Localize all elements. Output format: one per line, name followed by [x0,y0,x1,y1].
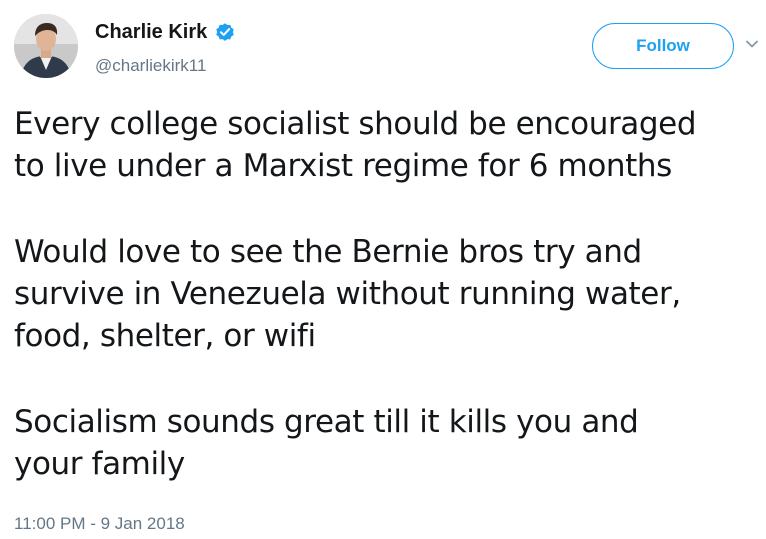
tweet-line: Every college socialist should be encour… [14,106,697,142]
tweet-paragraph: Socialism sounds great till it kills you… [14,401,759,485]
author-handle[interactable]: @charliekirk11 [95,56,206,76]
profile-photo-icon [14,14,78,78]
tweet-line: your family [14,446,185,482]
tweet-line: Would love to see the Bernie bros try an… [14,234,642,270]
verified-badge-icon [216,23,234,41]
follow-button[interactable]: Follow [592,23,734,69]
tweet-line: Socialism sounds great till it kills you… [14,404,639,440]
tweet-text: Every college socialist should be encour… [14,103,759,485]
avatar[interactable] [14,14,78,78]
chevron-down-icon[interactable] [744,36,760,52]
author-name-row: Charlie Kirk [95,20,236,44]
tweet-line: survive in Venezuela without running wat… [14,276,681,312]
tweet-line: food, shelter, or wifi [14,318,316,354]
tweet-paragraph: Would love to see the Bernie bros try an… [14,231,759,357]
tweet-card: Charlie Kirk @charliekirk11 Follow Every… [0,0,766,539]
author-display-name[interactable]: Charlie Kirk [95,20,207,44]
tweet-paragraph: Every college socialist should be encour… [14,103,759,187]
tweet-line: to live under a Marxist regime for 6 mon… [14,148,672,184]
tweet-timestamp[interactable]: 11:00 PM - 9 Jan 2018 [14,514,185,534]
